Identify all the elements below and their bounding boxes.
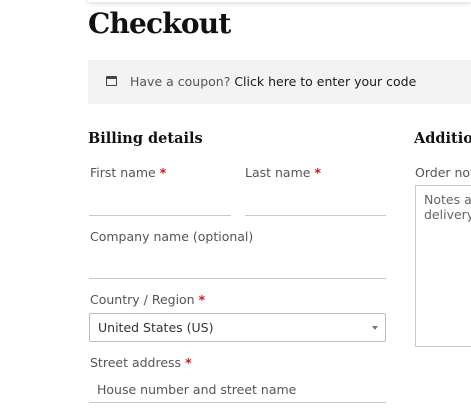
required-mark: * <box>198 292 206 307</box>
required-mark: * <box>314 165 321 180</box>
country-select[interactable]: United States (US) <box>89 313 386 342</box>
chevron-down-icon <box>372 326 378 330</box>
coupon-icon <box>106 76 117 86</box>
header-edge <box>88 0 471 2</box>
street-address-input[interactable] <box>89 377 386 403</box>
billing-details-heading: Billing details <box>88 130 203 147</box>
last-name-label: Last name * <box>245 165 321 180</box>
coupon-notice: Have a coupon? Click here to enter your … <box>88 60 471 104</box>
page-title: Checkout <box>88 7 231 40</box>
last-name-input[interactable] <box>245 190 386 216</box>
country-label: Country / Region * <box>90 292 206 307</box>
first-name-label: First name * <box>90 165 167 180</box>
order-notes-textarea[interactable] <box>415 185 471 347</box>
additional-information-heading: Additio <box>414 130 471 147</box>
street-address-label: Street address * <box>90 355 192 370</box>
first-name-input[interactable] <box>89 190 231 216</box>
country-selected-value: United States (US) <box>98 320 214 335</box>
required-mark: * <box>159 165 167 180</box>
order-notes-label: Order not <box>415 165 471 180</box>
company-name-label: Company name (optional) <box>90 229 254 244</box>
coupon-text: Have a coupon? Click here to enter your … <box>130 74 416 89</box>
required-mark: * <box>185 355 192 370</box>
coupon-link[interactable]: Click here to enter your code <box>234 74 416 89</box>
company-name-input[interactable] <box>89 253 386 279</box>
coupon-prompt: Have a coupon? <box>130 74 231 89</box>
